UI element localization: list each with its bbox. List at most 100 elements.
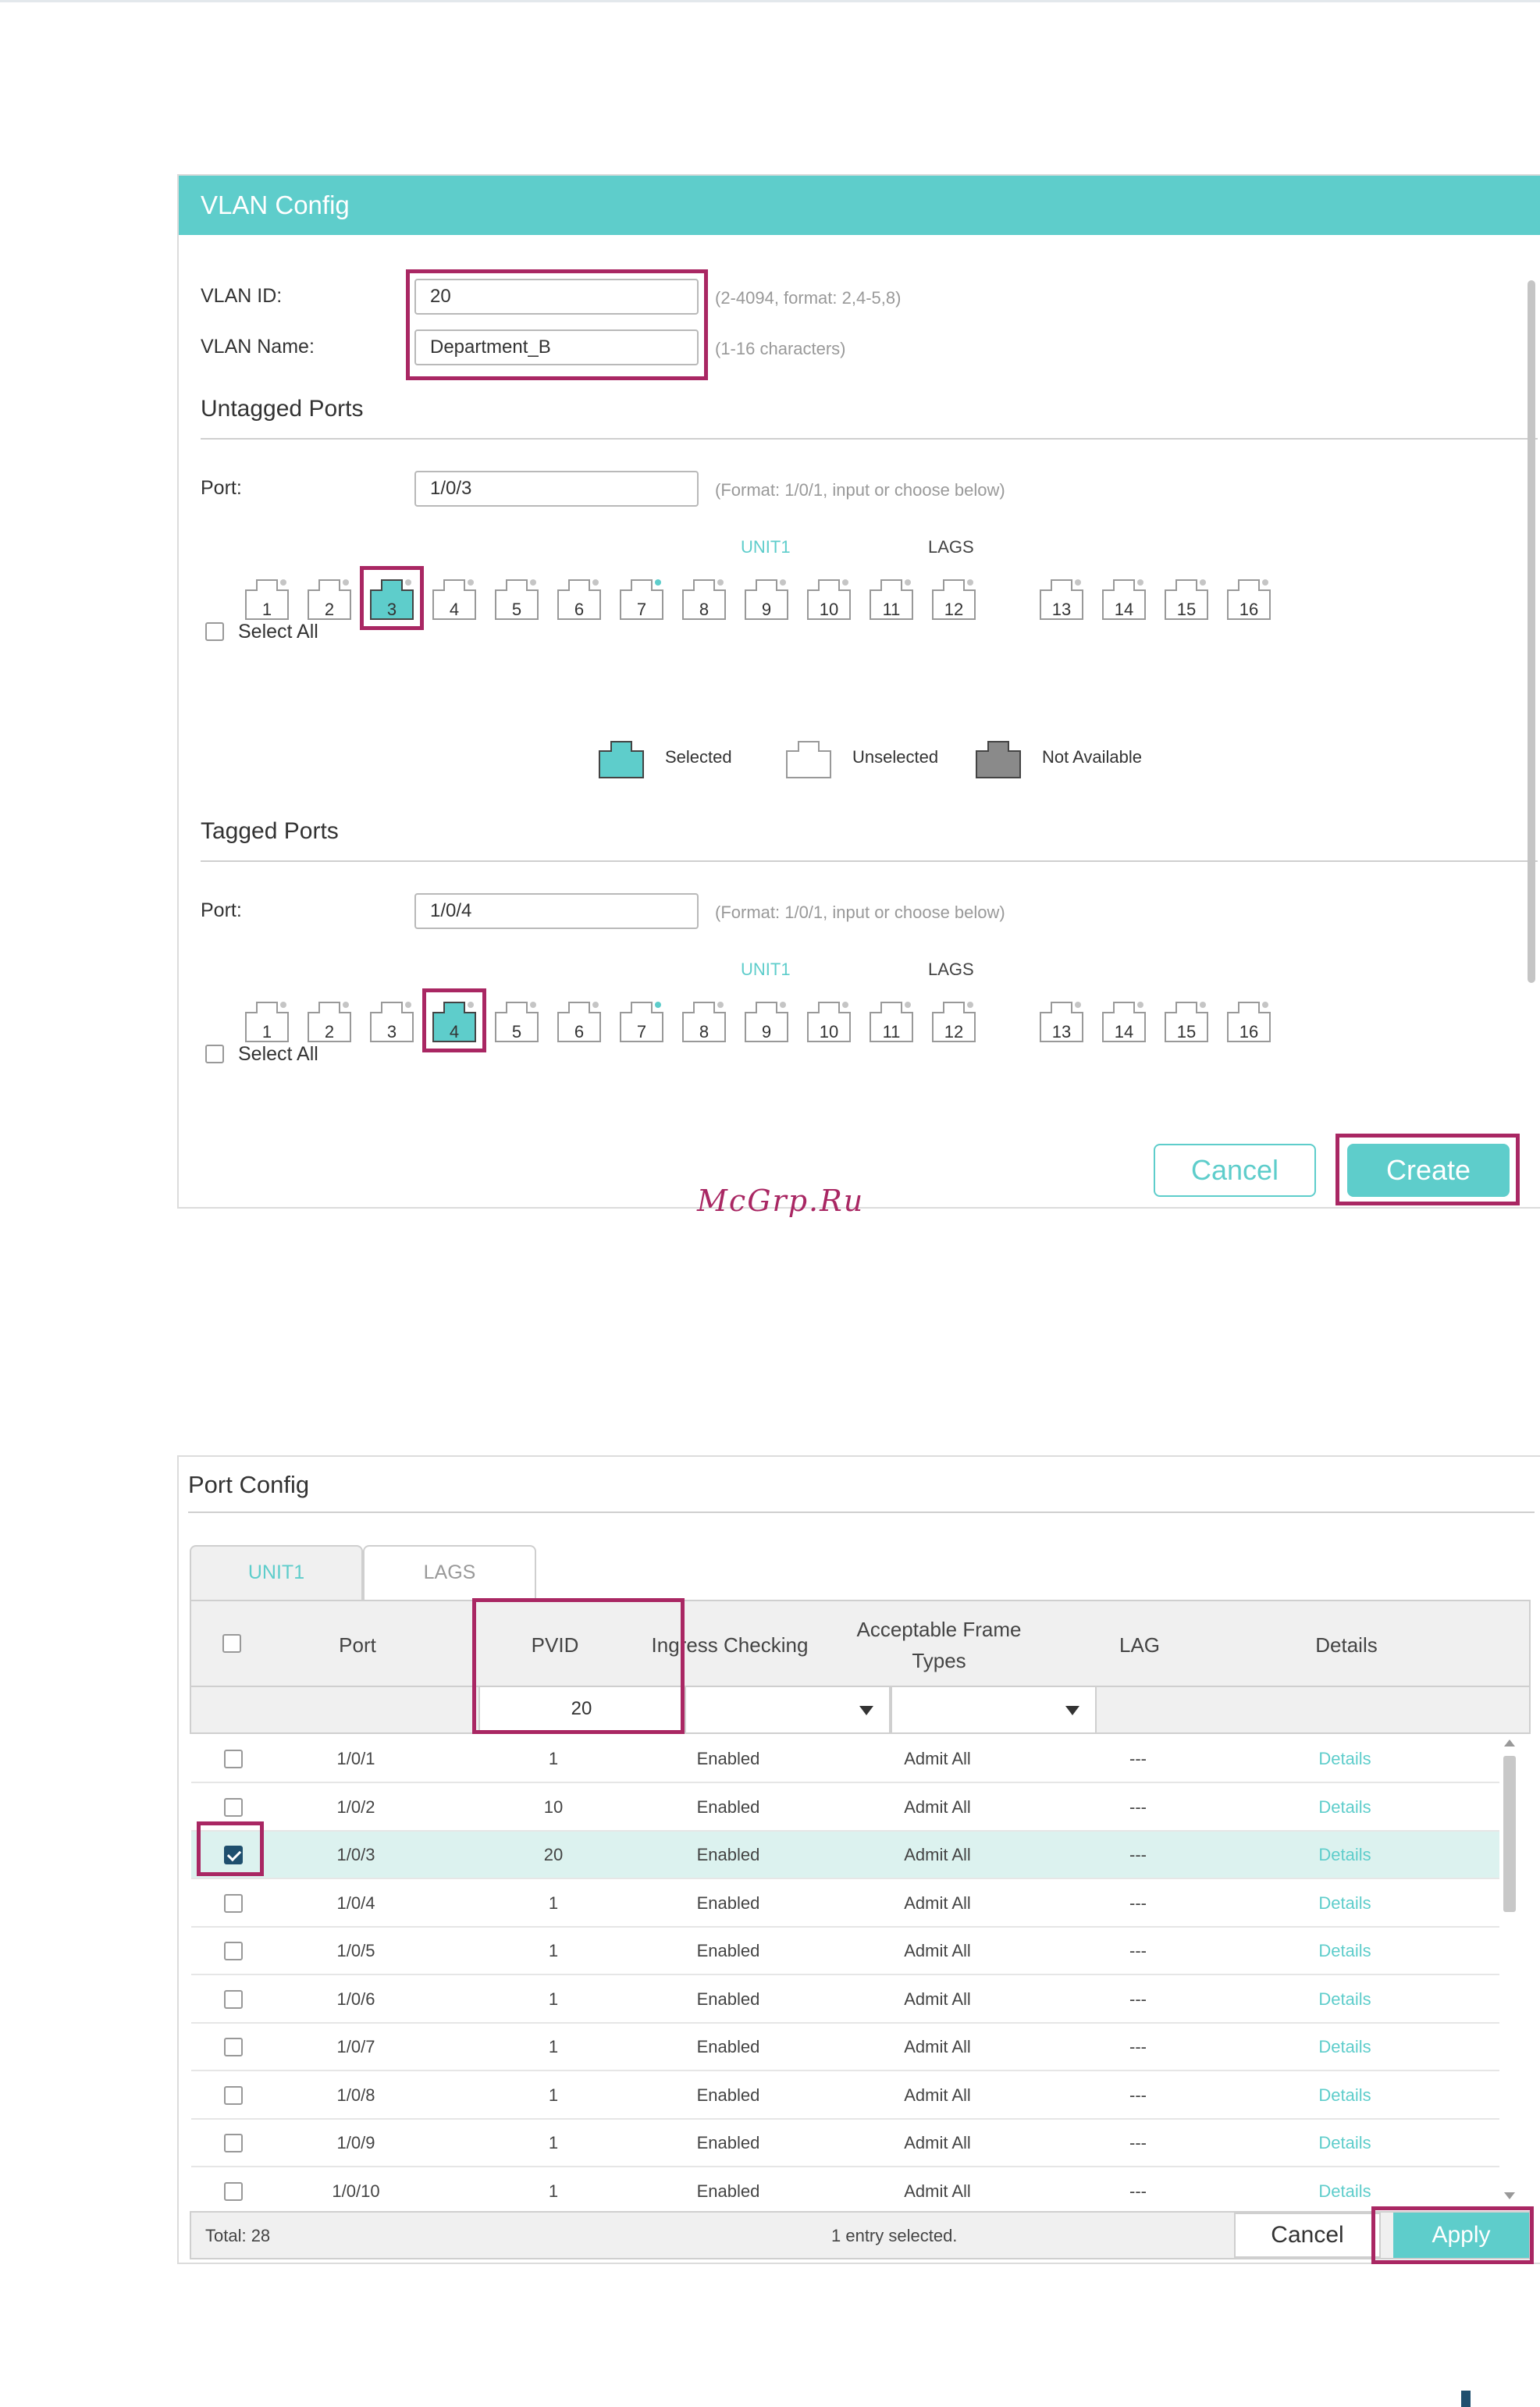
table-row[interactable]: 1/0/4 1 Enabled Admit All --- Details xyxy=(191,1880,1499,1928)
port-number: 16 xyxy=(1239,600,1259,619)
port-number: 11 xyxy=(882,1022,901,1041)
port-6-toggle[interactable]: 6 xyxy=(557,1000,601,1042)
port-11-toggle[interactable]: 11 xyxy=(870,1000,913,1042)
port-7-toggle[interactable]: 7 xyxy=(620,578,663,620)
port-5-toggle[interactable]: 5 xyxy=(495,1000,539,1042)
port-number: 1 xyxy=(261,1022,272,1041)
column-header-lag: LAG xyxy=(1119,1633,1161,1657)
port-16-toggle[interactable]: 16 xyxy=(1227,1000,1271,1042)
cell-details[interactable]: Details xyxy=(1267,2072,1423,2118)
table-row[interactable]: 1/0/8 1 Enabled Admit All --- Details xyxy=(191,2072,1499,2120)
table-row[interactable]: 1/0/7 1 Enabled Admit All --- Details xyxy=(191,2024,1499,2071)
frame-types-filter-dropdown[interactable] xyxy=(891,1687,1097,1732)
untagged-select-all-checkbox[interactable] xyxy=(205,622,224,641)
cell-details[interactable]: Details xyxy=(1267,2024,1423,2070)
tab-unit1[interactable]: UNIT1 xyxy=(190,1545,363,1600)
port-1-toggle[interactable]: 1 xyxy=(245,578,289,620)
table-row[interactable]: 1/0/6 1 Enabled Admit All --- Details xyxy=(191,1976,1499,2024)
cell-lag: --- xyxy=(1129,1989,1147,2009)
row-checkbox[interactable] xyxy=(224,1797,243,1817)
cell-ingress: Enabled xyxy=(696,1989,760,2009)
tagged-select-all-checkbox[interactable] xyxy=(205,1045,224,1063)
port-12-toggle[interactable]: 12 xyxy=(932,1000,976,1042)
vertical-scrollbar[interactable] xyxy=(1528,280,1535,983)
port-9-toggle[interactable]: 9 xyxy=(745,1000,788,1042)
port-13-toggle[interactable]: 13 xyxy=(1040,1000,1083,1042)
cancel-button[interactable]: Cancel xyxy=(1234,2213,1381,2258)
tagged-port-input[interactable] xyxy=(414,893,699,929)
highlight-pvid-column xyxy=(472,1598,685,1734)
row-checkbox[interactable] xyxy=(224,1942,243,1960)
table-scrollbar-thumb[interactable] xyxy=(1503,1756,1516,1912)
cancel-button[interactable]: Cancel xyxy=(1154,1144,1316,1197)
port-10-toggle[interactable]: 10 xyxy=(807,578,851,620)
port-15-toggle[interactable]: 15 xyxy=(1165,578,1208,620)
port-1-toggle[interactable]: 1 xyxy=(245,1000,289,1042)
port-2-toggle[interactable]: 2 xyxy=(308,1000,351,1042)
untagged-unit-label: UNIT1 xyxy=(741,537,791,557)
table-row[interactable]: 1/0/2 10 Enabled Admit All --- Details xyxy=(191,1784,1499,1832)
vlan-config-panel: VLAN Config VLAN ID: (2-4094, format: 2,… xyxy=(177,174,1540,1209)
port-14-toggle[interactable]: 14 xyxy=(1102,1000,1146,1042)
highlight-vlan-fields xyxy=(406,269,708,380)
cell-ingress: Enabled xyxy=(696,1845,760,1864)
port-3-toggle[interactable]: 3 xyxy=(370,1000,414,1042)
cell-port: 1/0/6 xyxy=(336,1989,375,2009)
header-select-all-checkbox[interactable] xyxy=(222,1634,241,1653)
port-8-toggle[interactable]: 8 xyxy=(682,1000,726,1042)
row-checkbox[interactable] xyxy=(224,2038,243,2056)
port-number: 14 xyxy=(1114,1022,1134,1041)
row-checkbox[interactable] xyxy=(224,2134,243,2152)
table-row[interactable]: 1/0/1 1 Enabled Admit All --- Details xyxy=(191,1736,1499,1783)
port-7-toggle[interactable]: 7 xyxy=(620,1000,663,1042)
port-number: 4 xyxy=(449,600,460,619)
port-14-toggle[interactable]: 14 xyxy=(1102,578,1146,620)
vlan-id-label: VLAN ID: xyxy=(201,285,283,307)
port-5-toggle[interactable]: 5 xyxy=(495,578,539,620)
cell-details[interactable]: Details xyxy=(1267,1832,1423,1878)
row-checkbox[interactable] xyxy=(224,2085,243,2105)
cell-lag: --- xyxy=(1129,2037,1147,2056)
cell-details[interactable]: Details xyxy=(1267,1784,1423,1830)
row-checkbox[interactable] xyxy=(224,1893,243,1913)
filter-row: 20 xyxy=(190,1687,1531,1734)
table-row[interactable]: 1/0/10 1 Enabled Admit All --- Details xyxy=(191,2168,1499,2216)
port-8-toggle[interactable]: 8 xyxy=(682,578,726,620)
port-number: 9 xyxy=(761,1022,772,1041)
port-number: 11 xyxy=(882,600,901,619)
cell-details[interactable]: Details xyxy=(1267,2120,1423,2166)
untagged-port-input[interactable] xyxy=(414,471,699,507)
row-checkbox[interactable] xyxy=(224,1750,243,1768)
table-row[interactable]: 1/0/3 20 Enabled Admit All --- Details xyxy=(191,1832,1499,1879)
port-16-toggle[interactable]: 16 xyxy=(1227,578,1271,620)
cell-frame: Admit All xyxy=(904,1796,971,1817)
ingress-filter-dropdown[interactable] xyxy=(685,1687,891,1732)
port-10-toggle[interactable]: 10 xyxy=(807,1000,851,1042)
tagged-unit-label: UNIT1 xyxy=(741,960,791,979)
cell-details[interactable]: Details xyxy=(1267,1976,1423,2022)
row-checkbox[interactable] xyxy=(224,1989,243,2009)
port-15-toggle[interactable]: 15 xyxy=(1165,1000,1208,1042)
port-4-toggle[interactable]: 4 xyxy=(432,578,476,620)
cell-port: 1/0/8 xyxy=(336,2085,375,2105)
port-11-toggle[interactable]: 11 xyxy=(870,578,913,620)
tagged-port-hint: (Format: 1/0/1, input or choose below) xyxy=(715,903,1005,922)
cell-pvid: 20 xyxy=(543,1845,564,1864)
row-checkbox[interactable] xyxy=(224,2181,243,2201)
cell-port: 1/0/10 xyxy=(332,2181,380,2201)
cell-details[interactable]: Details xyxy=(1267,1928,1423,1974)
scroll-down-icon[interactable] xyxy=(1504,2192,1515,2199)
table-row[interactable]: 1/0/5 1 Enabled Admit All --- Details xyxy=(191,1928,1499,1975)
port-13-toggle[interactable]: 13 xyxy=(1040,578,1083,620)
tab-lags[interactable]: LAGS xyxy=(363,1545,536,1600)
port-12-toggle[interactable]: 12 xyxy=(932,578,976,620)
port-number: 6 xyxy=(574,1022,585,1041)
scroll-up-icon[interactable] xyxy=(1504,1739,1515,1746)
port-6-toggle[interactable]: 6 xyxy=(557,578,601,620)
port-9-toggle[interactable]: 9 xyxy=(745,578,788,620)
cell-frame: Admit All xyxy=(904,1989,971,2009)
port-2-toggle[interactable]: 2 xyxy=(308,578,351,620)
cell-details[interactable]: Details xyxy=(1267,1880,1423,1926)
table-row[interactable]: 1/0/9 1 Enabled Admit All --- Details xyxy=(191,2120,1499,2167)
cell-details[interactable]: Details xyxy=(1267,1736,1423,1782)
